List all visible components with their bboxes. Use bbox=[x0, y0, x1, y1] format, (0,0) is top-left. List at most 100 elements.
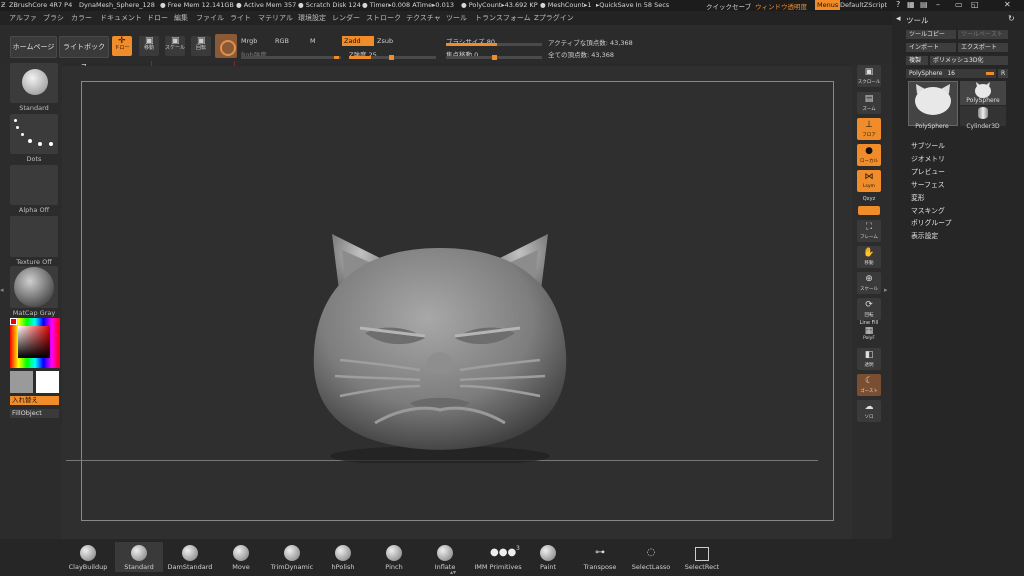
texture-picker[interactable] bbox=[10, 216, 58, 257]
move-mode-button[interactable]: 移動 ▣ bbox=[139, 36, 159, 56]
tool-palette-title[interactable]: ツール bbox=[906, 15, 929, 26]
lsym-button[interactable]: ⋈ Lsym bbox=[857, 170, 881, 192]
tool-selectrect[interactable]: SelectRect bbox=[678, 542, 726, 572]
geometry-menu[interactable]: ジオメトリ bbox=[911, 153, 945, 163]
tool-transpose[interactable]: ⊶ Transpose bbox=[576, 542, 624, 572]
solo-button[interactable]: ☁ ソロ bbox=[857, 400, 881, 422]
clone-button[interactable]: 複製 bbox=[906, 56, 928, 65]
zsub-button[interactable]: Zsub bbox=[377, 37, 393, 45]
floor-button[interactable]: ⊥ フロア bbox=[857, 118, 881, 140]
z-intensity-handle[interactable] bbox=[389, 55, 394, 60]
menus-button[interactable]: Menus bbox=[815, 0, 841, 10]
menu-edit[interactable]: 編集 bbox=[174, 13, 188, 23]
rotate-mode-button[interactable]: 回転 ▣ bbox=[191, 36, 211, 56]
rgb-button[interactable]: RGB bbox=[275, 37, 289, 45]
local-button[interactable]: ● ローカル bbox=[857, 144, 881, 166]
brush-paint[interactable]: Paint bbox=[524, 542, 572, 572]
brush-inflate[interactable]: Inflate bbox=[421, 542, 469, 572]
bottom-collapse-icon[interactable]: ▴▾ bbox=[450, 569, 456, 576]
cat-head-model[interactable] bbox=[300, 228, 580, 463]
menu-alpha[interactable]: アルファ bbox=[9, 13, 37, 23]
scale-view-button[interactable]: ⊕ スケール bbox=[857, 272, 881, 294]
tool-paste-button[interactable]: ツールペースト bbox=[958, 30, 1008, 39]
brush-trimdynamic[interactable]: TrimDynamic bbox=[268, 542, 316, 572]
menu-tool[interactable]: ツール bbox=[446, 13, 467, 23]
brush-pinch[interactable]: Pinch bbox=[370, 542, 418, 572]
brush-claybuildup[interactable]: ClayBuildup bbox=[64, 542, 112, 572]
polygroups-menu[interactable]: ポリグループ bbox=[911, 217, 951, 227]
stroke-picker[interactable] bbox=[10, 114, 58, 154]
zoom-button[interactable]: ▤ ズーム bbox=[857, 92, 881, 114]
rgb-intensity-slider[interactable] bbox=[241, 56, 341, 59]
maximize-icon[interactable]: ▭ bbox=[955, 0, 963, 9]
menu-file[interactable]: ファイル bbox=[196, 13, 224, 23]
menu-zplugin[interactable]: Zプラグイン bbox=[534, 13, 574, 23]
brush-hpolish[interactable]: hPolish bbox=[319, 542, 367, 572]
deformation-menu[interactable]: 変形 bbox=[911, 192, 925, 202]
menu-draw[interactable]: ドロー bbox=[147, 13, 168, 23]
make-polymesh3d-button[interactable]: ポリメッシュ3D化 bbox=[930, 56, 1008, 65]
left-collapse-icon[interactable]: ◂ bbox=[0, 286, 5, 300]
current-tool-thumbnail[interactable] bbox=[908, 81, 958, 126]
color-saturation-square[interactable] bbox=[18, 326, 50, 358]
menu-material[interactable]: マテリアル bbox=[258, 13, 293, 23]
mrgb-button[interactable]: Mrgb bbox=[241, 37, 257, 45]
preview-menu[interactable]: プレビュー bbox=[911, 166, 945, 176]
palette-handle-icon[interactable]: ◂ bbox=[896, 14, 901, 24]
default-zscript-button[interactable]: DefaultZScript bbox=[840, 1, 887, 9]
secondary-color-swatch[interactable] bbox=[10, 371, 33, 393]
home-page-button[interactable]: ホームページ bbox=[10, 36, 57, 58]
swap-color-button[interactable]: 入れ替え bbox=[10, 396, 59, 405]
alpha-picker[interactable] bbox=[10, 165, 58, 205]
menu-preferences[interactable]: 環境設定 bbox=[298, 13, 326, 23]
fill-object-button[interactable]: FillObject bbox=[10, 409, 59, 418]
layout-icon[interactable]: ▦ bbox=[907, 0, 915, 9]
import-button[interactable]: インポート bbox=[906, 43, 956, 52]
brush-damstandard[interactable]: DamStandard bbox=[166, 542, 214, 572]
menu-document[interactable]: ドキュメント bbox=[100, 13, 142, 23]
linefill-button[interactable]: Line Fill ▦ PolyF bbox=[857, 320, 881, 342]
brush-imm-primitives[interactable]: ●●● IMM Primitives 3 bbox=[472, 542, 524, 572]
scale-mode-button[interactable]: スケール ▣ bbox=[165, 36, 185, 56]
scroll-button[interactable]: ▣ スクロール bbox=[857, 65, 881, 87]
tool-selectlasso[interactable]: ◌ SelectLasso bbox=[627, 542, 675, 572]
r-button[interactable]: R bbox=[998, 69, 1008, 78]
color-picker[interactable] bbox=[10, 318, 60, 368]
lightbox-button[interactable]: ライトボックス bbox=[59, 36, 109, 71]
palette-refresh-icon[interactable]: ↻ bbox=[1008, 14, 1015, 23]
ghost-button[interactable]: ☾ ゴースト bbox=[857, 374, 881, 396]
brush-picker[interactable] bbox=[10, 63, 58, 103]
m-button[interactable]: M bbox=[310, 37, 316, 45]
subtool-menu[interactable]: サブツール bbox=[911, 140, 945, 150]
quicksave-button[interactable]: クイックセーブ bbox=[706, 1, 751, 11]
menu-stroke[interactable]: ストローク bbox=[366, 13, 401, 23]
menu-texture[interactable]: テクスチャ bbox=[406, 13, 441, 23]
window-transparency-button[interactable]: ウィンドウ透明度 bbox=[755, 1, 807, 11]
material-picker[interactable] bbox=[10, 266, 58, 308]
masking-menu[interactable]: マスキング bbox=[911, 205, 945, 215]
menu-render[interactable]: レンダー bbox=[332, 13, 360, 23]
focal-shift-handle[interactable] bbox=[492, 55, 497, 60]
draw-mode-button[interactable]: ドロー ✛ bbox=[112, 36, 132, 56]
menu-brush[interactable]: ブラシ bbox=[43, 13, 64, 23]
move-view-button[interactable]: ✋ 移動 bbox=[857, 246, 881, 268]
restore-icon[interactable]: ◱ bbox=[971, 0, 979, 9]
zadd-button[interactable]: Zadd bbox=[342, 36, 374, 46]
menu-light[interactable]: ライト bbox=[230, 13, 251, 23]
rotate-view-button[interactable]: ⟳ 回転 bbox=[857, 298, 881, 320]
help-icon[interactable]: ? bbox=[896, 0, 900, 9]
frame-button[interactable]: ⛶ フレーム bbox=[857, 220, 881, 242]
brush-standard[interactable]: Standard bbox=[115, 542, 163, 572]
polysphere-slider[interactable]: PolySphere 16 bbox=[906, 69, 996, 78]
transparent-button[interactable]: ◧ 透明 bbox=[857, 348, 881, 370]
surface-menu[interactable]: サーフェス bbox=[911, 179, 945, 189]
menu-color[interactable]: カラー bbox=[71, 13, 92, 23]
right-collapse-icon[interactable]: ▸ bbox=[884, 286, 890, 298]
brush-move[interactable]: Move bbox=[217, 542, 265, 572]
export-button[interactable]: エクスポート bbox=[958, 43, 1008, 52]
display-properties-menu[interactable]: 表示設定 bbox=[911, 230, 938, 240]
rgb-intensity-icon[interactable] bbox=[215, 34, 237, 58]
menu-transform[interactable]: トランスフォーム bbox=[475, 13, 531, 23]
palette-icon[interactable]: ▤ bbox=[920, 0, 928, 9]
minimize-icon[interactable]: – bbox=[936, 0, 940, 9]
